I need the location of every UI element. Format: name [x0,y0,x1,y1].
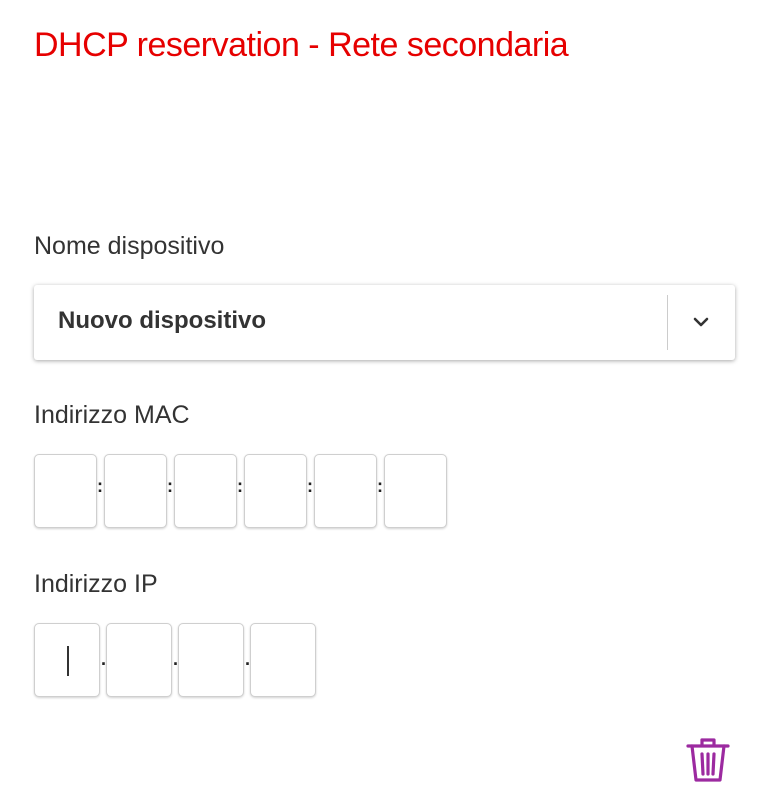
mac-address-label: Indirizzo MAC [34,401,190,429]
ip-octet-4[interactable] [250,623,316,697]
mac-separator: : [97,476,103,496]
device-select-value: Nuovo dispositivo [58,307,267,334]
mac-octet-2[interactable] [104,454,167,528]
ip-address-label: Indirizzo IP [34,570,158,598]
mac-address-input-group: : : : : : [0,454,769,530]
mac-separator: : [307,476,313,496]
mac-separator: : [377,476,383,496]
page-title: DHCP reservation - Rete secondaria [34,26,569,64]
ip-address-input-group: . . . [0,623,769,699]
text-cursor [67,646,69,676]
chevron-down-icon[interactable] [689,310,713,334]
select-divider [667,295,668,350]
ip-octet-2[interactable] [106,623,172,697]
mac-octet-1[interactable] [34,454,97,528]
mac-octet-3[interactable] [174,454,237,528]
mac-separator: : [167,476,173,496]
trash-icon[interactable] [684,734,732,784]
ip-octet-3[interactable] [178,623,244,697]
mac-separator: : [237,476,243,496]
ip-octet-1[interactable] [34,623,100,697]
mac-octet-5[interactable] [314,454,377,528]
device-select[interactable]: Nuovo dispositivo [34,285,735,360]
mac-octet-4[interactable] [244,454,307,528]
mac-octet-6[interactable] [384,454,447,528]
device-name-label: Nome dispositivo [34,232,225,260]
